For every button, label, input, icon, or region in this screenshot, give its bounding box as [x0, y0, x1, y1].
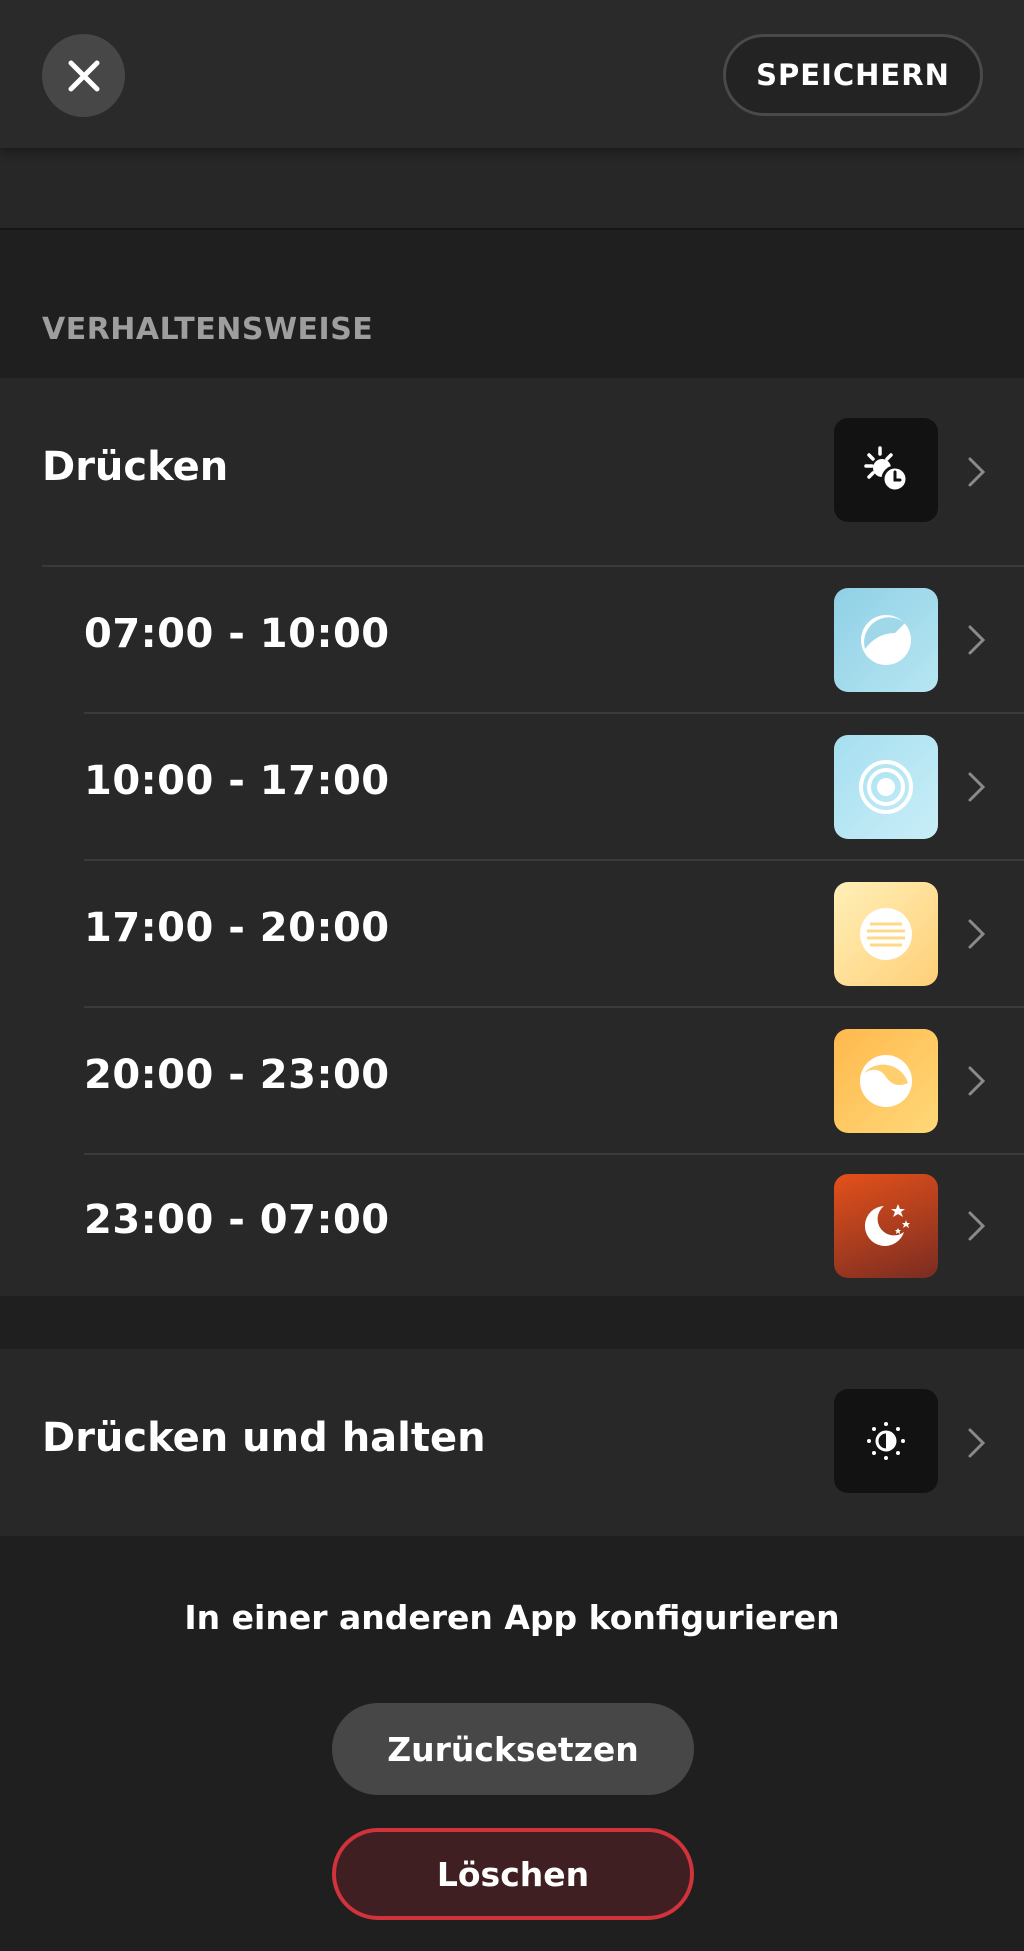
chevron-right-icon: [968, 1211, 986, 1241]
press-behaviour-card: Drücken 07:00 - 10:00 10:00 - 17:00 17:0…: [0, 378, 1024, 1296]
press-hold-card: Drücken und halten: [0, 1349, 1024, 1536]
close-button[interactable]: [42, 34, 125, 117]
chevron-right-icon: [968, 772, 986, 802]
time-slot-label: 10:00 - 17:00: [84, 758, 390, 804]
press-hold-label: Drücken und halten: [42, 1415, 486, 1461]
reset-button[interactable]: Zurücksetzen: [332, 1703, 694, 1795]
press-label: Drücken: [42, 444, 229, 490]
previous-section-strip: [0, 148, 1024, 230]
time-slot-label: 07:00 - 10:00: [84, 611, 390, 657]
read-icon: [860, 908, 912, 960]
brightness-tile: [834, 1389, 938, 1493]
time-slot-row[interactable]: 10:00 - 17:00: [0, 714, 1024, 860]
energize-tile: [834, 588, 938, 692]
time-slot-row[interactable]: 17:00 - 20:00: [0, 861, 1024, 1007]
read-tile: [834, 882, 938, 986]
press-hold-row[interactable]: Drücken und halten: [0, 1349, 1024, 1536]
time-slot-row[interactable]: 23:00 - 07:00: [0, 1155, 1024, 1296]
press-row[interactable]: Drücken: [0, 378, 1024, 566]
time-slot-row[interactable]: 07:00 - 10:00: [0, 567, 1024, 713]
nightlight-icon: [864, 1204, 910, 1246]
chevron-right-icon: [968, 1428, 986, 1458]
close-icon: [68, 60, 99, 91]
concentrate-tile: [834, 735, 938, 839]
brightness-icon: [867, 1422, 905, 1460]
top-bar: SPEICHERN: [0, 0, 1024, 148]
nightlight-tile: [834, 1174, 938, 1278]
scene-time-icon: [864, 446, 909, 493]
concentrate-icon: [859, 760, 913, 814]
time-slot-row[interactable]: 20:00 - 23:00: [0, 1008, 1024, 1154]
section-title: VERHALTENSWEISE: [42, 312, 374, 347]
chevron-right-icon: [968, 625, 986, 655]
save-button[interactable]: SPEICHERN: [723, 34, 983, 116]
chevron-right-icon: [968, 457, 986, 487]
time-slot-label: 17:00 - 20:00: [84, 905, 390, 951]
time-slot-label: 20:00 - 23:00: [84, 1052, 390, 1098]
chevron-right-icon: [968, 1066, 986, 1096]
time-slot-label: 23:00 - 07:00: [84, 1197, 390, 1243]
relax-tile: [834, 1029, 938, 1133]
relax-icon: [860, 1055, 912, 1107]
delete-button[interactable]: Löschen: [332, 1828, 694, 1920]
scene-time-tile: [834, 418, 938, 522]
chevron-right-icon: [968, 919, 986, 949]
configure-other-app-link[interactable]: In einer anderen App konfigurieren: [0, 1598, 1024, 1637]
energize-icon: [861, 615, 911, 665]
